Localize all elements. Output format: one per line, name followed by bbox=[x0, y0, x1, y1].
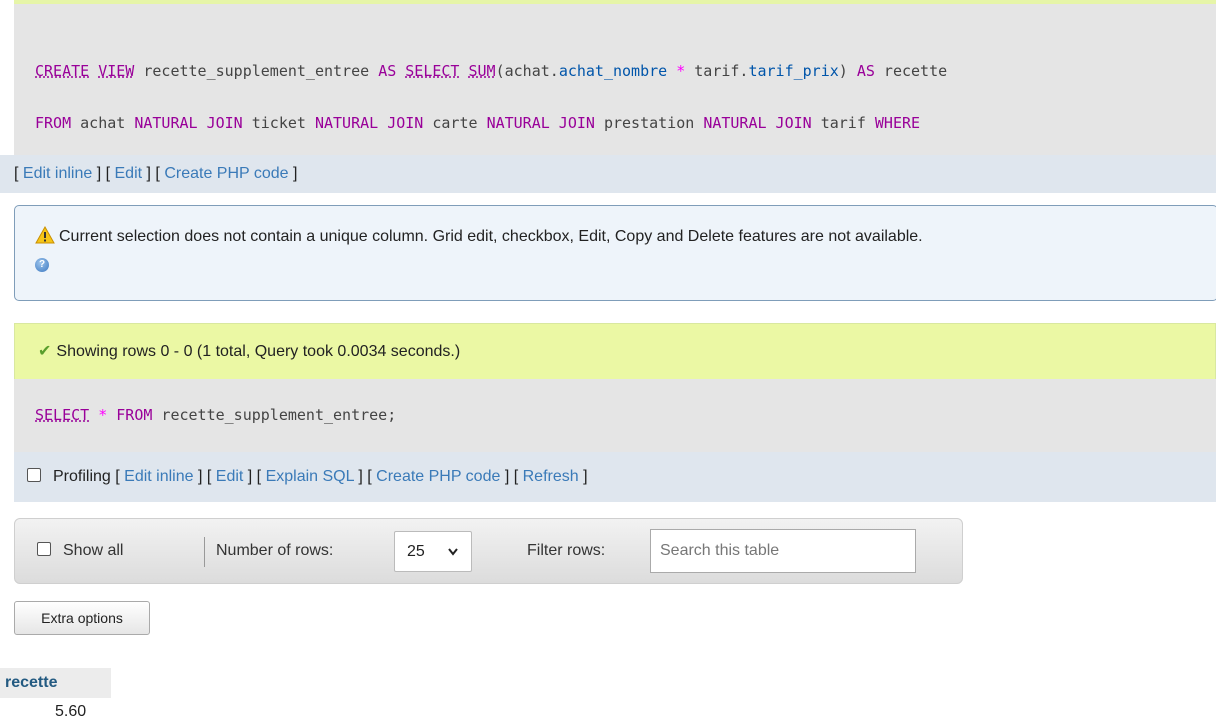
profiling-label: Profiling bbox=[53, 468, 111, 485]
refresh-link[interactable]: Refresh bbox=[523, 468, 579, 485]
rows-value: 25 bbox=[407, 543, 425, 560]
rows-per-page-select[interactable]: 25 bbox=[394, 531, 472, 572]
show-all[interactable]: Show all bbox=[37, 542, 123, 560]
query-create-php-link[interactable]: Create PHP code bbox=[376, 468, 500, 485]
sql-token: tarif. bbox=[685, 62, 749, 80]
extra-options-button[interactable]: Extra options bbox=[14, 601, 150, 635]
sql-token: SELECT bbox=[405, 62, 460, 80]
sql-token: CREATE bbox=[35, 62, 90, 80]
sql-token: tarif_prix bbox=[748, 62, 839, 80]
filter-rows-input[interactable] bbox=[650, 529, 916, 573]
sql-token: tarif bbox=[811, 114, 875, 132]
checkmark-icon: ✔ bbox=[38, 343, 52, 360]
sql-token: recette_supplement_entree bbox=[134, 62, 379, 80]
show-all-label: Show all bbox=[63, 542, 124, 559]
sql-token: FROM bbox=[116, 406, 153, 424]
sql-token: ) bbox=[838, 62, 857, 80]
query-sql-code: SELECT * FROM recette_supplement_entree; bbox=[14, 379, 1216, 452]
sql-token: SUM bbox=[468, 62, 496, 80]
show-all-checkbox[interactable] bbox=[37, 542, 51, 556]
sql-token: NATURAL JOIN bbox=[703, 114, 812, 132]
help-icon[interactable]: ? bbox=[35, 258, 49, 272]
sql-token: NATURAL JOIN bbox=[486, 114, 595, 132]
chevron-down-icon bbox=[447, 532, 459, 586]
sql-token: SELECT bbox=[35, 406, 90, 424]
success-message: ✔ Showing rows 0 - 0 (1 total, Query took… bbox=[14, 323, 1216, 379]
sql-token: VIEW bbox=[98, 62, 135, 80]
table-navigation: Show all Number of rows: 25 Filter rows: bbox=[14, 518, 963, 584]
edit-link[interactable]: Edit bbox=[115, 165, 143, 182]
sql-token: AS bbox=[378, 62, 397, 80]
query-links-bar: Profiling [ Edit inline ] [ Edit ] [ Exp… bbox=[14, 452, 1216, 502]
query-edit-inline-link[interactable]: Edit inline bbox=[124, 468, 193, 485]
warning-icon bbox=[35, 225, 55, 251]
sql-token: recette_supplement_entree; bbox=[152, 406, 397, 424]
divider bbox=[204, 537, 205, 567]
sql-token: FROM bbox=[35, 114, 72, 132]
sql-line-2: FROM achat NATURAL JOIN ticket NATURAL J… bbox=[35, 110, 1216, 136]
edit-inline-link[interactable]: Edit inline bbox=[23, 165, 92, 182]
sql-token: * bbox=[98, 406, 108, 424]
sql-token: recette bbox=[874, 62, 948, 80]
profiling-checkbox[interactable] bbox=[27, 468, 41, 482]
view-sql-code: CREATE VIEW recette_supplement_entree AS… bbox=[14, 0, 1216, 184]
sql-token: AS bbox=[856, 62, 875, 80]
notice-text: Current selection does not contain a uni… bbox=[59, 228, 923, 245]
sql-token: (achat. bbox=[495, 62, 559, 80]
sql-token: WHERE bbox=[874, 114, 921, 132]
sql-token: achat_nombre bbox=[558, 62, 668, 80]
sql-token: ticket bbox=[242, 114, 315, 132]
rows-label: Number of rows: bbox=[216, 542, 334, 559]
sql-token: * bbox=[676, 62, 686, 80]
sql-token: achat bbox=[71, 114, 135, 132]
view-sql-links: [ Edit inline ] [ Edit ] [ Create PHP co… bbox=[0, 155, 1216, 193]
query-edit-link[interactable]: Edit bbox=[216, 468, 244, 485]
sql-token: prestation bbox=[594, 114, 704, 132]
query-sql-line: SELECT * FROM recette_supplement_entree; bbox=[35, 406, 396, 424]
unique-column-notice: Current selection does not contain a uni… bbox=[14, 205, 1216, 301]
sql-token: NATURAL JOIN bbox=[314, 114, 424, 132]
sql-token: NATURAL JOIN bbox=[134, 114, 243, 132]
sql-token: carte bbox=[423, 114, 487, 132]
sql-line-1: CREATE VIEW recette_supplement_entree AS… bbox=[35, 58, 1216, 84]
table-cell[interactable]: 5.60 bbox=[0, 698, 111, 726]
explain-sql-link[interactable]: Explain SQL bbox=[266, 468, 354, 485]
column-header-recette[interactable]: recette bbox=[0, 668, 111, 698]
filter-label: Filter rows: bbox=[527, 542, 606, 559]
success-text: Showing rows 0 - 0 (1 total, Query took … bbox=[56, 343, 461, 360]
create-php-code-link[interactable]: Create PHP code bbox=[164, 165, 288, 182]
